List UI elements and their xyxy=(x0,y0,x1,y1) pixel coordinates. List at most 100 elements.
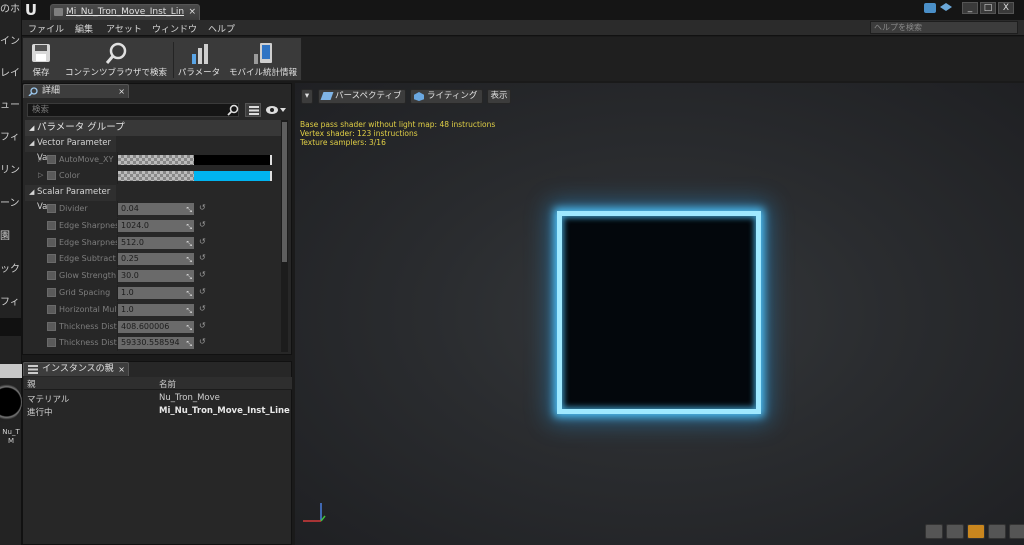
document-tab[interactable]: Mi_Nu_Tron_Move_Inst_Lin × xyxy=(50,4,200,20)
table-row[interactable]: マテリアル Nu_Tron_Move xyxy=(24,392,292,405)
reset-to-default-icon[interactable]: ↺ xyxy=(199,287,206,296)
left-strip-item[interactable]: ック xyxy=(0,260,22,275)
param-override-checkbox[interactable] xyxy=(47,338,56,348)
left-strip-item[interactable]: レイ xyxy=(0,64,22,79)
view-mode-teapot-icon[interactable] xyxy=(1009,524,1024,539)
param-row: Glow Strength 30.0 ⤡ ↺ xyxy=(25,268,283,285)
param-value-field[interactable]: 1024.0 ⤡ xyxy=(118,219,194,232)
view-options-grid-button[interactable] xyxy=(245,103,261,117)
perspective-button[interactable]: パースペクティブ xyxy=(318,89,406,104)
reset-to-default-icon[interactable]: ↺ xyxy=(199,321,206,330)
show-button[interactable]: 表示 xyxy=(487,89,511,104)
param-value-field[interactable]: 1.0 ⤡ xyxy=(118,303,194,316)
param-override-checkbox[interactable] xyxy=(47,288,56,297)
table-row[interactable]: 進行中 Mi_Nu_Tron_Move_Inst_Line xyxy=(24,405,292,418)
view-mode-sphere-icon[interactable] xyxy=(946,524,964,539)
left-strip-item[interactable]: フィ xyxy=(0,128,22,143)
column-header-name[interactable]: 名前 xyxy=(159,378,176,390)
param-override-checkbox[interactable] xyxy=(47,321,56,331)
parameter-group-header[interactable]: ◢ パラメータ グループ xyxy=(25,120,281,136)
param-name: Grid Spacing xyxy=(59,288,111,297)
eye-icon[interactable] xyxy=(265,104,287,116)
parameters-button[interactable]: パラメータ xyxy=(175,40,223,80)
param-override-checkbox[interactable] xyxy=(47,254,56,264)
menu-help[interactable]: ヘルプ xyxy=(208,22,235,35)
expand-arrow-icon[interactable]: ▷ xyxy=(38,171,43,179)
param-override-checkbox[interactable] xyxy=(47,155,56,164)
param-value-field[interactable]: 0.04 ⤡ xyxy=(118,203,194,215)
maximize-button[interactable]: □ xyxy=(980,2,996,14)
color-swatch[interactable] xyxy=(194,155,272,165)
search-icon[interactable] xyxy=(227,104,239,116)
view-mode-plane-icon[interactable] xyxy=(967,524,985,539)
tab-close-icon[interactable]: × xyxy=(118,363,125,376)
param-value-field[interactable]: 408.600006 ⤡ xyxy=(118,320,194,333)
column-header-parent[interactable]: 親 xyxy=(27,378,36,390)
param-value-field[interactable]: 0.25 ⤡ xyxy=(118,253,194,266)
param-override-checkbox[interactable] xyxy=(47,237,56,247)
param-value-field[interactable]: 1.0 ⤡ xyxy=(118,287,194,299)
left-strip-item[interactable]: フィ xyxy=(0,293,22,308)
param-name: Thickness Dista xyxy=(59,321,117,331)
param-override-checkbox[interactable] xyxy=(47,171,56,180)
alpha-swatch[interactable] xyxy=(118,155,194,165)
alpha-swatch[interactable] xyxy=(118,171,194,181)
reset-to-default-icon[interactable]: ↺ xyxy=(199,220,206,229)
reset-to-default-icon[interactable]: ↺ xyxy=(199,203,206,212)
mobile-stats-button[interactable]: モバイル統計情報 xyxy=(227,40,299,80)
details-tab[interactable]: 詳細 × xyxy=(23,84,129,98)
param-value-field[interactable]: 512.0 ⤡ xyxy=(118,236,194,249)
menu-file[interactable]: ファイル xyxy=(28,22,64,35)
param-value: 408.600006 xyxy=(121,321,170,331)
param-override-checkbox[interactable] xyxy=(47,204,56,213)
chat-icon[interactable] xyxy=(924,3,936,13)
glowing-square-preview-mesh[interactable] xyxy=(557,211,761,414)
view-mode-cylinder-icon[interactable] xyxy=(925,524,943,539)
reset-to-default-icon[interactable]: ↺ xyxy=(199,337,206,346)
preview-viewport[interactable]: ▾ パースペクティブ ライティング 表示 Base pass shader wi… xyxy=(295,83,1024,545)
reset-to-default-icon[interactable]: ↺ xyxy=(199,270,206,279)
reset-to-default-icon[interactable]: ↺ xyxy=(199,304,206,313)
parent-cell: マテリアル xyxy=(27,395,70,405)
view-mode-cube-icon[interactable] xyxy=(988,524,1006,539)
find-in-content-browser-button[interactable]: コンテンツブラウザで検索 xyxy=(61,40,171,80)
material-thumbnail[interactable] xyxy=(0,382,22,422)
reset-to-default-icon[interactable]: ↺ xyxy=(199,237,206,246)
save-label: 保存 xyxy=(32,68,50,78)
param-override-checkbox[interactable] xyxy=(47,220,56,230)
left-strip-item[interactable]: リン xyxy=(0,161,22,176)
parameter-icon xyxy=(192,44,208,64)
minimize-button[interactable]: _ xyxy=(962,2,978,14)
shader-stat-line: Base pass shader without light map: 48 i… xyxy=(300,120,496,129)
close-button[interactable]: X xyxy=(998,2,1014,14)
tab-close-icon[interactable]: × xyxy=(188,5,196,20)
vector-parameter-section[interactable]: ◢ Vector Parameter Va xyxy=(25,136,116,163)
details-search-input[interactable]: 検索 xyxy=(27,103,239,117)
param-value: 59330.558594 xyxy=(121,338,180,348)
left-strip-item[interactable]: 園 xyxy=(0,227,22,242)
scalar-parameter-section[interactable]: ◢ Scalar Parameter Va xyxy=(25,185,116,212)
param-override-checkbox[interactable] xyxy=(47,304,56,314)
menu-edit[interactable]: 編集 xyxy=(75,22,93,35)
param-override-checkbox[interactable] xyxy=(47,271,56,281)
graduation-cap-icon[interactable] xyxy=(940,3,952,11)
param-value-field[interactable]: 59330.558594 ⤡ xyxy=(118,337,194,350)
left-side-panel: のホ イン レイ ュー フィ リン ーン 園 ック フィ Nu_T M xyxy=(0,0,22,545)
instance-parents-tab[interactable]: インスタンスの親 × xyxy=(23,362,129,376)
param-value-field[interactable]: 30.0 ⤡ xyxy=(118,270,194,283)
reset-to-default-icon[interactable]: ↺ xyxy=(199,253,206,262)
drag-arrows-icon: ⤡ xyxy=(186,306,192,315)
lighting-button[interactable]: ライティング xyxy=(410,89,483,104)
color-swatch[interactable] xyxy=(194,171,272,181)
details-tab-close-icon[interactable]: × xyxy=(118,85,125,98)
menu-window[interactable]: ウィンドウ xyxy=(152,22,197,35)
left-strip-item[interactable]: イン xyxy=(0,32,22,47)
left-strip-item[interactable]: ーン xyxy=(0,194,22,209)
help-search-input[interactable]: ヘルプを検索 xyxy=(870,21,1018,34)
left-strip-item[interactable]: のホ xyxy=(0,0,22,15)
menu-asset[interactable]: アセット xyxy=(106,22,142,35)
left-strip-item[interactable]: ュー xyxy=(0,96,22,111)
expand-arrow-icon[interactable]: ▷ xyxy=(38,155,43,163)
save-button[interactable]: 保存 xyxy=(25,40,57,80)
viewport-options-button[interactable]: ▾ xyxy=(301,89,313,104)
